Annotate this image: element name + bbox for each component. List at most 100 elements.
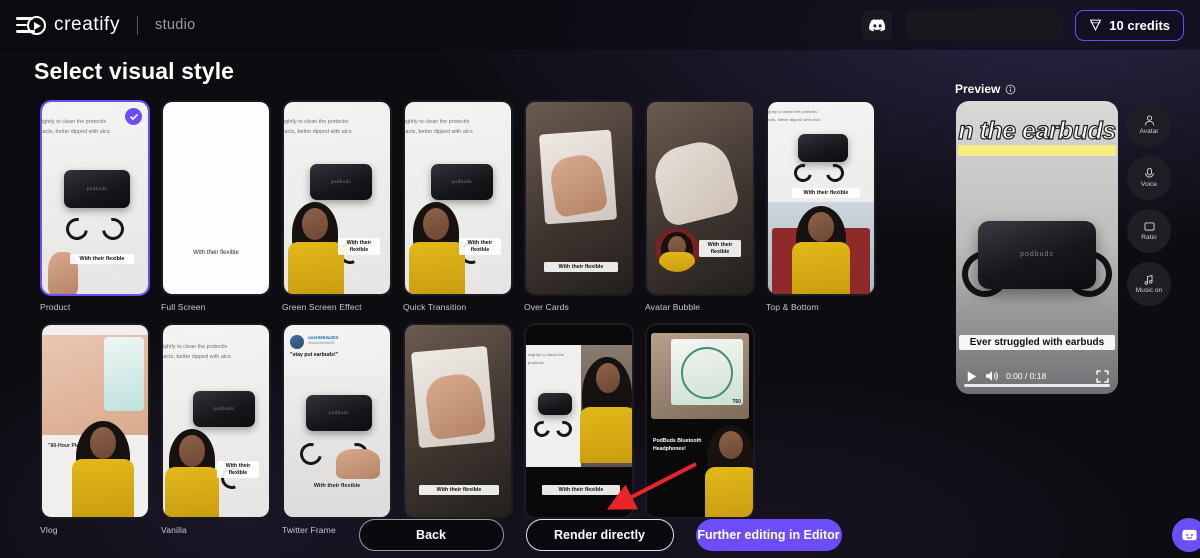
style-thumbnail: slightly to clean the protectiv ntacts, … xyxy=(405,102,511,294)
thumb-caption: With their flexible xyxy=(542,485,620,496)
chat-bubble-icon xyxy=(1181,529,1197,540)
brand-logo[interactable]: creatify studio xyxy=(16,14,196,36)
progress-bar[interactable] xyxy=(964,384,1110,387)
style-cell: slightly to clean the protectiv ntacts, … xyxy=(766,100,876,312)
style-card-vanilla[interactable]: slightly to clean the protectiv ntacts, … xyxy=(161,323,271,519)
style-card-row2-4[interactable]: With their flexible xyxy=(403,323,513,519)
style-card-over-cards[interactable]: With their flexible xyxy=(524,100,634,296)
style-card-row2-6[interactable]: T60 PodBuds Bluetooth Headphones! xyxy=(645,323,755,519)
thumb-caption: With their flexible xyxy=(193,250,239,256)
style-card-top-and-bottom[interactable]: slightly to clean the protectiv ntacts, … xyxy=(766,100,876,296)
thumb-doc-line-2: ntacts, better dipped with alco xyxy=(42,129,110,135)
style-card-avatar-bubble[interactable]: With their flexible xyxy=(645,100,755,296)
search-input[interactable] xyxy=(906,10,1062,40)
thumb-doc-line-1: slightly to clean the protectiv xyxy=(405,119,470,125)
style-thumbnail: slightly to clean the protectiv ntacts, … xyxy=(163,325,269,517)
info-icon[interactable] xyxy=(1005,84,1016,95)
tool-avatar-button[interactable]: Avatar xyxy=(1127,103,1171,147)
preview-tools: Avatar Voice Ratio Music on xyxy=(1127,103,1171,306)
tool-music-button[interactable]: Music on xyxy=(1127,262,1171,306)
back-button[interactable]: Back xyxy=(358,519,504,551)
tool-label: Avatar xyxy=(1139,128,1159,136)
style-cell: T60 PodBuds Bluetooth Headphones! xyxy=(645,323,755,535)
further-editing-button[interactable]: Further editing in Editor xyxy=(695,519,842,551)
style-cell: With their flexible Over Cards xyxy=(524,100,634,312)
style-label: Avatar Bubble xyxy=(645,302,701,312)
brand-divider xyxy=(137,15,139,35)
thumb-brand: podbuds xyxy=(213,406,235,412)
preview-header: Preview xyxy=(955,82,1016,96)
style-card-green-screen-effect[interactable]: slightly to clean the protectiv ntacts, … xyxy=(282,100,392,296)
top-header: creatify studio 10 credits xyxy=(0,0,1200,50)
thumb-doc-line-2: ntacts, better dipped with alco xyxy=(768,117,821,122)
microphone-icon xyxy=(1144,168,1154,178)
style-label: Quick Transition xyxy=(403,302,467,312)
page-title: Select visual style xyxy=(34,58,235,84)
footer-actions: Back Render directly Further editing in … xyxy=(0,512,1200,558)
tool-voice-button[interactable]: Voice xyxy=(1127,156,1171,200)
preview-player[interactable]: n the earbuds podbuds Ever struggled wit… xyxy=(956,101,1118,394)
tool-ratio-button[interactable]: Ratio xyxy=(1127,209,1171,253)
render-directly-button[interactable]: Render directly xyxy=(525,519,674,551)
style-thumbnail: T60 PodBuds Bluetooth Headphones! xyxy=(647,325,753,517)
style-thumbnail: With their flexible xyxy=(405,325,511,517)
preview-headline: n the earbuds xyxy=(958,116,1117,145)
tweet-username: user0663a203 xyxy=(308,335,339,340)
tweet-text: "stay put earbuds!" xyxy=(290,352,339,358)
style-cell: slightly to clean the protectiv ntacts, … xyxy=(161,323,271,535)
style-cell: With their flexible Full Screen xyxy=(161,100,271,312)
style-label: Over Cards xyxy=(524,302,569,312)
person-icon xyxy=(1144,115,1154,126)
tool-label: Voice xyxy=(1140,181,1158,189)
style-thumbnail: slightly to clean the protectiv With the… xyxy=(526,325,632,517)
tweet-avatar xyxy=(290,335,304,349)
thumb-brand: podbuds xyxy=(86,185,108,191)
thumb-brand: podbuds xyxy=(328,410,350,416)
thumb-product-text: PodBuds Bluetooth Headphones! xyxy=(653,438,702,453)
support-chat-button[interactable] xyxy=(1172,518,1200,552)
style-card-product[interactable]: slightly to clean the protectiv ntacts, … xyxy=(40,100,150,296)
play-icon[interactable] xyxy=(965,370,978,383)
thumb-caption: With their flexible xyxy=(699,240,741,258)
volume-icon[interactable] xyxy=(985,370,999,382)
thumb-doc-line-1: slightly to clean the protectiv xyxy=(284,119,349,125)
style-card-twitter-frame[interactable]: user0663a203 @user0663a203 "stay put ear… xyxy=(282,323,392,519)
style-thumbnail: slightly to clean the protectiv ntacts, … xyxy=(768,102,874,294)
style-cell: slightly to clean the protectiv ntacts, … xyxy=(403,100,513,312)
headline-highlight xyxy=(958,145,1116,156)
thumb-caption: With their flexible xyxy=(217,461,259,479)
thumb-doc-line-2: ntacts, better dipped with alco xyxy=(163,354,231,360)
style-cell: user0663a203 @user0663a203 "stay put ear… xyxy=(282,323,392,535)
style-card-full-screen[interactable]: With their flexible xyxy=(161,100,271,296)
brand-name: creatify xyxy=(54,14,121,35)
style-card-vlog[interactable]: "80-Hour Playtime" xyxy=(40,323,150,519)
thumb-doc-line-1: slightly to clean the protectiv xyxy=(163,344,228,350)
thumb-doc-line-1: slightly to clean the protectiv xyxy=(768,109,818,114)
style-thumbnail: "80-Hour Playtime" xyxy=(42,325,148,517)
discord-icon xyxy=(868,18,885,31)
style-card-row2-5[interactable]: slightly to clean the protectiv With the… xyxy=(524,323,634,519)
thumb-caption: With their flexible xyxy=(792,188,860,199)
style-thumbnail: With their flexible xyxy=(163,102,269,294)
product-case: podbuds xyxy=(978,221,1096,289)
style-card-quick-transition[interactable]: slightly to clean the protectiv ntacts, … xyxy=(403,100,513,296)
aspect-ratio-icon xyxy=(1143,222,1155,231)
style-thumbnail: With their flexible xyxy=(526,102,632,294)
style-label: Green Screen Effect xyxy=(282,302,362,312)
style-label: Product xyxy=(40,302,71,312)
tool-label: Music on xyxy=(1135,286,1163,294)
preview-caption: Ever struggled with earbuds xyxy=(959,335,1115,350)
thumb-caption: With their flexible xyxy=(70,254,134,265)
discord-button[interactable] xyxy=(862,10,893,40)
music-note-icon xyxy=(1144,274,1153,285)
thumb-caption: With their flexible xyxy=(544,262,618,273)
thumb-doc-line-2: ntacts, better dipped with alco xyxy=(405,129,473,135)
creatify-logo-icon xyxy=(16,14,46,36)
credits-button[interactable]: 10 credits xyxy=(1075,9,1184,41)
fullscreen-icon[interactable] xyxy=(1096,369,1109,383)
style-label: Full Screen xyxy=(161,302,206,312)
app-root: creatify studio 10 credits Select visual… xyxy=(0,0,1200,558)
style-cell: "80-Hour Playtime" Vlog xyxy=(40,323,150,535)
thumb-caption: With their flexible xyxy=(459,238,501,256)
style-thumbnail: slightly to clean the protectiv ntacts, … xyxy=(42,102,148,294)
